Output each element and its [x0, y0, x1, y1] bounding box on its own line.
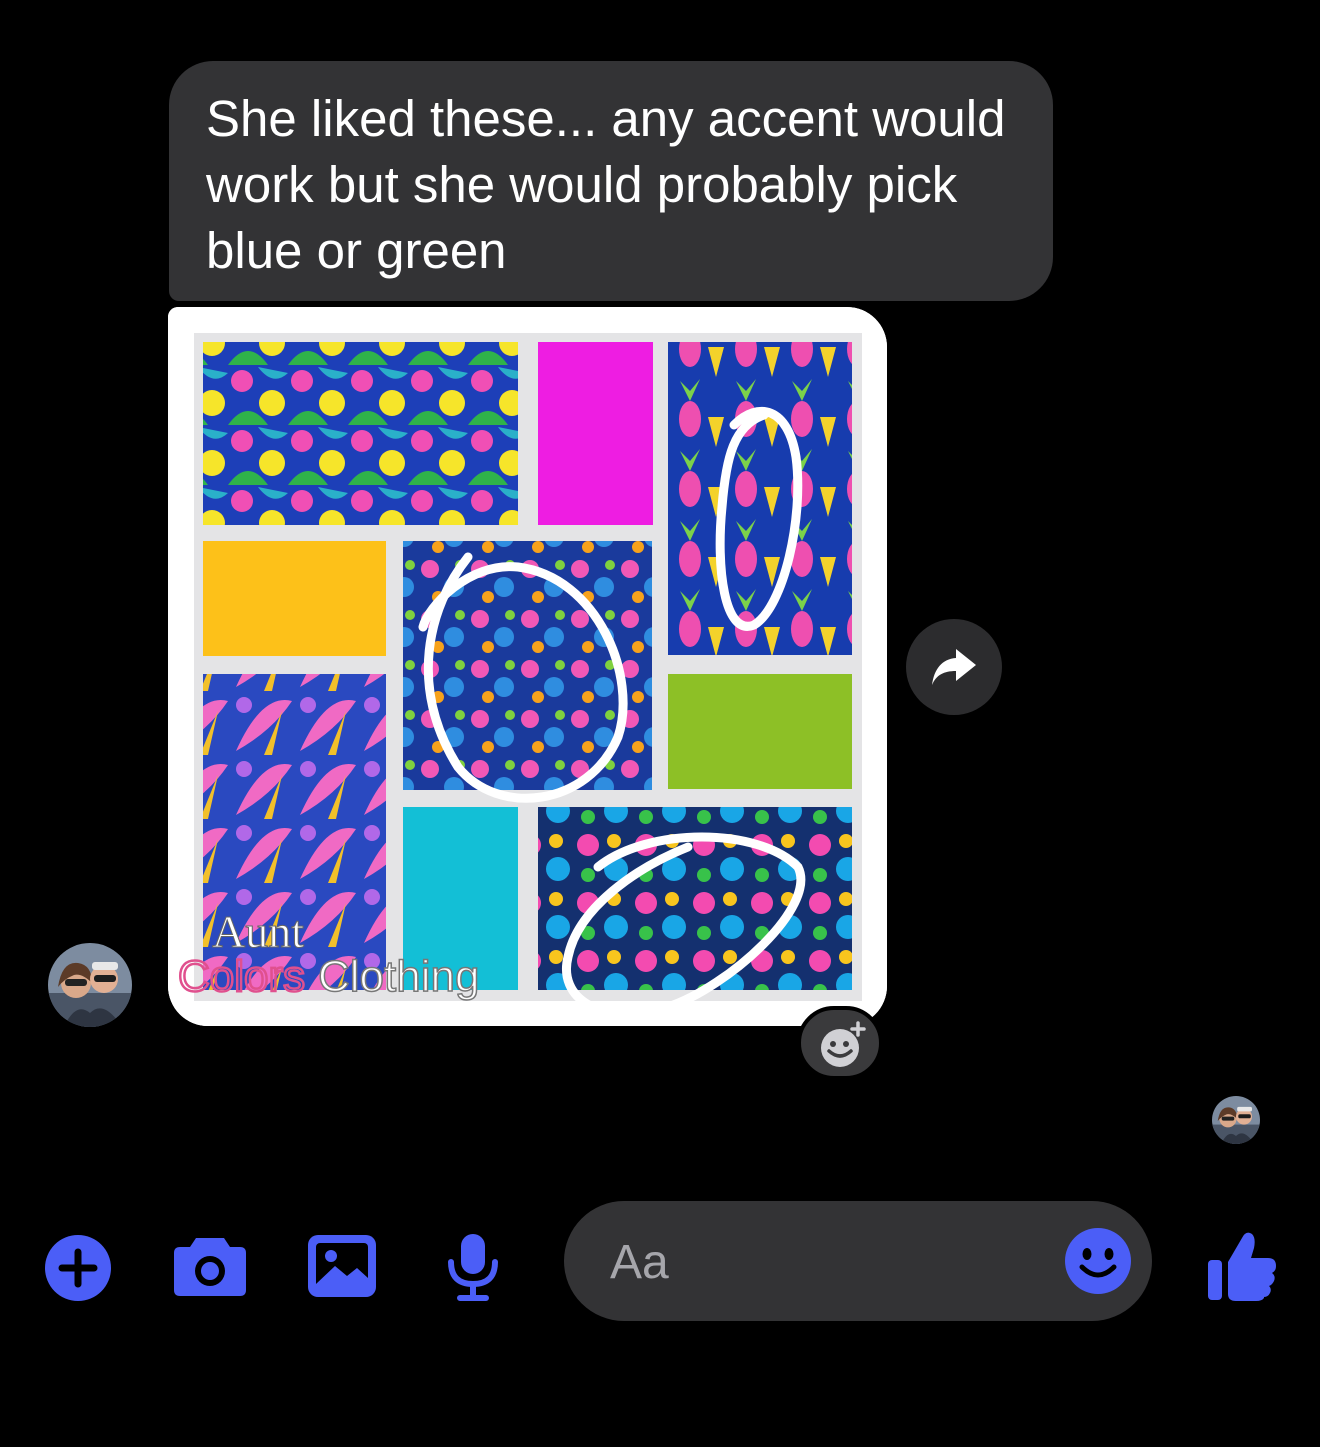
- thumbs-up-icon: [1208, 1232, 1276, 1301]
- like-button[interactable]: [1206, 1228, 1278, 1307]
- seen-indicator-avatar: [1212, 1096, 1260, 1144]
- camera-icon: [174, 1238, 246, 1296]
- green-swatch: [668, 674, 852, 789]
- plus-button[interactable]: [44, 1234, 112, 1307]
- watermark-aunt: Aunt: [212, 906, 304, 957]
- add-reaction-icon: [821, 1021, 866, 1067]
- image-attachment[interactable]: Aunt Colors Clothing: [168, 307, 887, 1026]
- forward-button[interactable]: [906, 619, 1002, 715]
- magenta-swatch: [538, 342, 653, 525]
- sender-avatar[interactable]: [48, 943, 132, 1027]
- message-composer[interactable]: [564, 1201, 1152, 1321]
- gallery-button[interactable]: [307, 1234, 377, 1303]
- plus-icon: [45, 1235, 111, 1301]
- incoming-message-bubble[interactable]: She liked these... any accent would work…: [169, 61, 1053, 301]
- microphone-button[interactable]: [444, 1232, 502, 1307]
- add-reaction-button[interactable]: [797, 1006, 883, 1080]
- emoji-button[interactable]: [1064, 1227, 1132, 1300]
- gallery-icon: [308, 1235, 376, 1297]
- message-text: She liked these... any accent would work…: [206, 90, 1006, 279]
- yellow-swatch: [203, 541, 386, 656]
- watermark-clothing: Clothing: [318, 952, 479, 1001]
- message-input[interactable]: [608, 1225, 1052, 1299]
- pattern-collage-image: Aunt Colors Clothing: [168, 307, 887, 1026]
- smiley-icon: [1065, 1228, 1131, 1294]
- share-arrow-icon: [932, 649, 976, 685]
- microphone-icon: [448, 1234, 498, 1301]
- watermark-colors: Colors: [178, 952, 305, 1001]
- camera-button[interactable]: [172, 1234, 248, 1303]
